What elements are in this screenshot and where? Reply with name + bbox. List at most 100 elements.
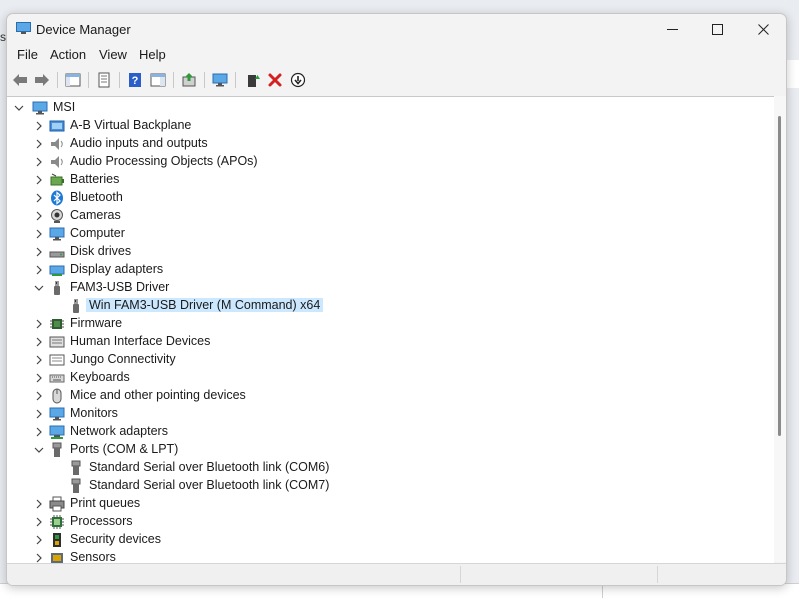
tree-category-audio-inputs-and-outputs[interactable]: Audio inputs and outputs — [7, 135, 774, 153]
backplane-icon — [49, 120, 65, 132]
chevron-right-icon[interactable] — [33, 174, 45, 186]
tree-category-network-adapters[interactable]: Network adapters — [7, 423, 774, 441]
chevron-right-icon[interactable] — [33, 426, 45, 438]
tree-item-label: Audio inputs and outputs — [70, 136, 208, 150]
chevron-right-icon[interactable] — [33, 516, 45, 528]
minimize-button[interactable] — [649, 14, 695, 44]
chevron-down-icon[interactable] — [33, 444, 45, 456]
status-bar — [7, 563, 786, 585]
help-book-icon: ? — [129, 73, 141, 87]
update-driver-button[interactable] — [179, 70, 199, 90]
tree-root-msi[interactable]: MSI — [7, 99, 774, 117]
tree-category-mice-and-other-pointing-devices[interactable]: Mice and other pointing devices — [7, 387, 774, 405]
chevron-right-icon[interactable] — [33, 192, 45, 204]
chevron-right-icon[interactable] — [33, 552, 45, 563]
properties-button[interactable] — [94, 70, 114, 90]
chevron-right-icon[interactable] — [33, 390, 45, 402]
tree-device-standard-serial-over-bluetooth-link-com7[interactable]: Standard Serial over Bluetooth link (COM… — [7, 477, 774, 495]
tree-category-audio-processing-objects-apos[interactable]: Audio Processing Objects (APOs) — [7, 153, 774, 171]
tree-category-display-adapters[interactable]: Display adapters — [7, 261, 774, 279]
security-icon — [53, 533, 61, 547]
computer-root-icon — [32, 101, 48, 115]
uninstall-device-button[interactable] — [265, 70, 285, 90]
chevron-right-icon[interactable] — [33, 498, 45, 510]
title-bar[interactable]: Device Manager — [7, 14, 786, 44]
chevron-right-icon[interactable] — [33, 264, 45, 276]
chevron-down-icon[interactable] — [13, 102, 25, 114]
chevron-right-icon[interactable] — [33, 534, 45, 546]
scrollbar-thumb[interactable] — [778, 116, 781, 436]
chevron-right-icon[interactable] — [33, 156, 45, 168]
menu-help[interactable]: Help — [139, 47, 166, 62]
maximize-button[interactable] — [694, 14, 740, 44]
close-icon — [757, 23, 769, 35]
chevron-right-icon[interactable] — [33, 318, 45, 330]
vertical-scrollbar[interactable] — [774, 96, 786, 562]
port-icon — [71, 460, 81, 475]
tree-category-disk-drives[interactable]: Disk drives — [7, 243, 774, 261]
chevron-right-icon[interactable] — [33, 210, 45, 222]
menu-view[interactable]: View — [99, 47, 127, 62]
chevron-down-icon[interactable] — [33, 282, 45, 294]
usb-icon — [54, 281, 60, 295]
menu-file[interactable]: File — [17, 47, 38, 62]
bluetooth-icon — [51, 190, 63, 206]
scan-hardware-changes-button[interactable] — [210, 70, 230, 90]
close-button[interactable] — [740, 14, 786, 44]
tree-item-label: Human Interface Devices — [70, 334, 211, 348]
tree-category-print-queues[interactable]: Print queues — [7, 495, 774, 513]
tree-category-ports-com-lpt[interactable]: Ports (COM & LPT) — [7, 441, 774, 459]
back-arrow-icon — [13, 74, 27, 86]
tree-category-keyboards[interactable]: Keyboards — [7, 369, 774, 387]
tree-category-jungo-connectivity[interactable]: Jungo Connectivity — [7, 351, 774, 369]
tree-category-processors[interactable]: Processors — [7, 513, 774, 531]
mouse-icon — [52, 388, 62, 404]
disk-drive-icon — [49, 251, 65, 258]
tree-item-label: Processors — [70, 514, 133, 528]
tree-item-label: Disk drives — [70, 244, 132, 258]
tree-category-bluetooth[interactable]: Bluetooth — [7, 189, 774, 207]
tree-item-label: Bluetooth — [70, 190, 123, 204]
tree-item-label: Batteries — [70, 172, 120, 186]
back-button[interactable] — [10, 70, 30, 90]
tree-category-computer[interactable]: Computer — [7, 225, 774, 243]
help-button[interactable]: ? — [125, 70, 145, 90]
tree-category-firmware[interactable]: Firmware — [7, 315, 774, 333]
chevron-right-icon[interactable] — [33, 354, 45, 366]
tree-category-security-devices[interactable]: Security devices — [7, 531, 774, 549]
chevron-right-icon[interactable] — [33, 408, 45, 420]
device-tree[interactable]: MSI A-B Virtual Backplane Audio inputs and… — [7, 96, 774, 563]
maximize-icon — [711, 23, 723, 35]
tree-item-label: A-B Virtual Backplane — [70, 118, 192, 132]
action-pane-button[interactable] — [148, 70, 168, 90]
chevron-right-icon[interactable] — [33, 336, 45, 348]
chevron-right-icon[interactable] — [33, 246, 45, 258]
add-legacy-hardware-button[interactable] — [243, 70, 263, 90]
show-hide-console-tree-button[interactable] — [63, 70, 83, 90]
tree-item-label: Ports (COM & LPT) — [70, 442, 179, 456]
display-adapter-icon — [49, 265, 65, 276]
port-icon — [52, 442, 62, 457]
chevron-right-icon[interactable] — [33, 138, 45, 150]
forward-button[interactable] — [32, 70, 52, 90]
tree-category-cameras[interactable]: Cameras — [7, 207, 774, 225]
chevron-right-icon[interactable] — [33, 228, 45, 240]
monitor-icon — [49, 227, 65, 241]
tree-item-label: Cameras — [70, 208, 121, 222]
tree-category-sensors[interactable]: Sensors — [7, 549, 774, 563]
disable-device-button[interactable] — [288, 70, 308, 90]
tree-category-fam3-usb-driver[interactable]: FAM3-USB Driver — [7, 279, 774, 297]
usb-icon — [73, 299, 79, 313]
tree-item-label: MSI — [53, 100, 76, 114]
tree-category-batteries[interactable]: Batteries — [7, 171, 774, 189]
hid-icon — [49, 336, 65, 348]
tree-device-win-fam3-usb-driver-m-command-x64[interactable]: Win FAM3-USB Driver (M Command) x64 — [7, 297, 774, 315]
tree-device-standard-serial-over-bluetooth-link-com6[interactable]: Standard Serial over Bluetooth link (COM… — [7, 459, 774, 477]
tree-category-monitors[interactable]: Monitors — [7, 405, 774, 423]
tree-category-human-interface-devices[interactable]: Human Interface Devices — [7, 333, 774, 351]
tree-category-a-b-virtual-backplane[interactable]: A-B Virtual Backplane — [7, 117, 774, 135]
menu-action[interactable]: Action — [50, 47, 86, 62]
tree-item-label: Network adapters — [70, 424, 168, 438]
chevron-right-icon[interactable] — [33, 372, 45, 384]
chevron-right-icon[interactable] — [33, 120, 45, 132]
